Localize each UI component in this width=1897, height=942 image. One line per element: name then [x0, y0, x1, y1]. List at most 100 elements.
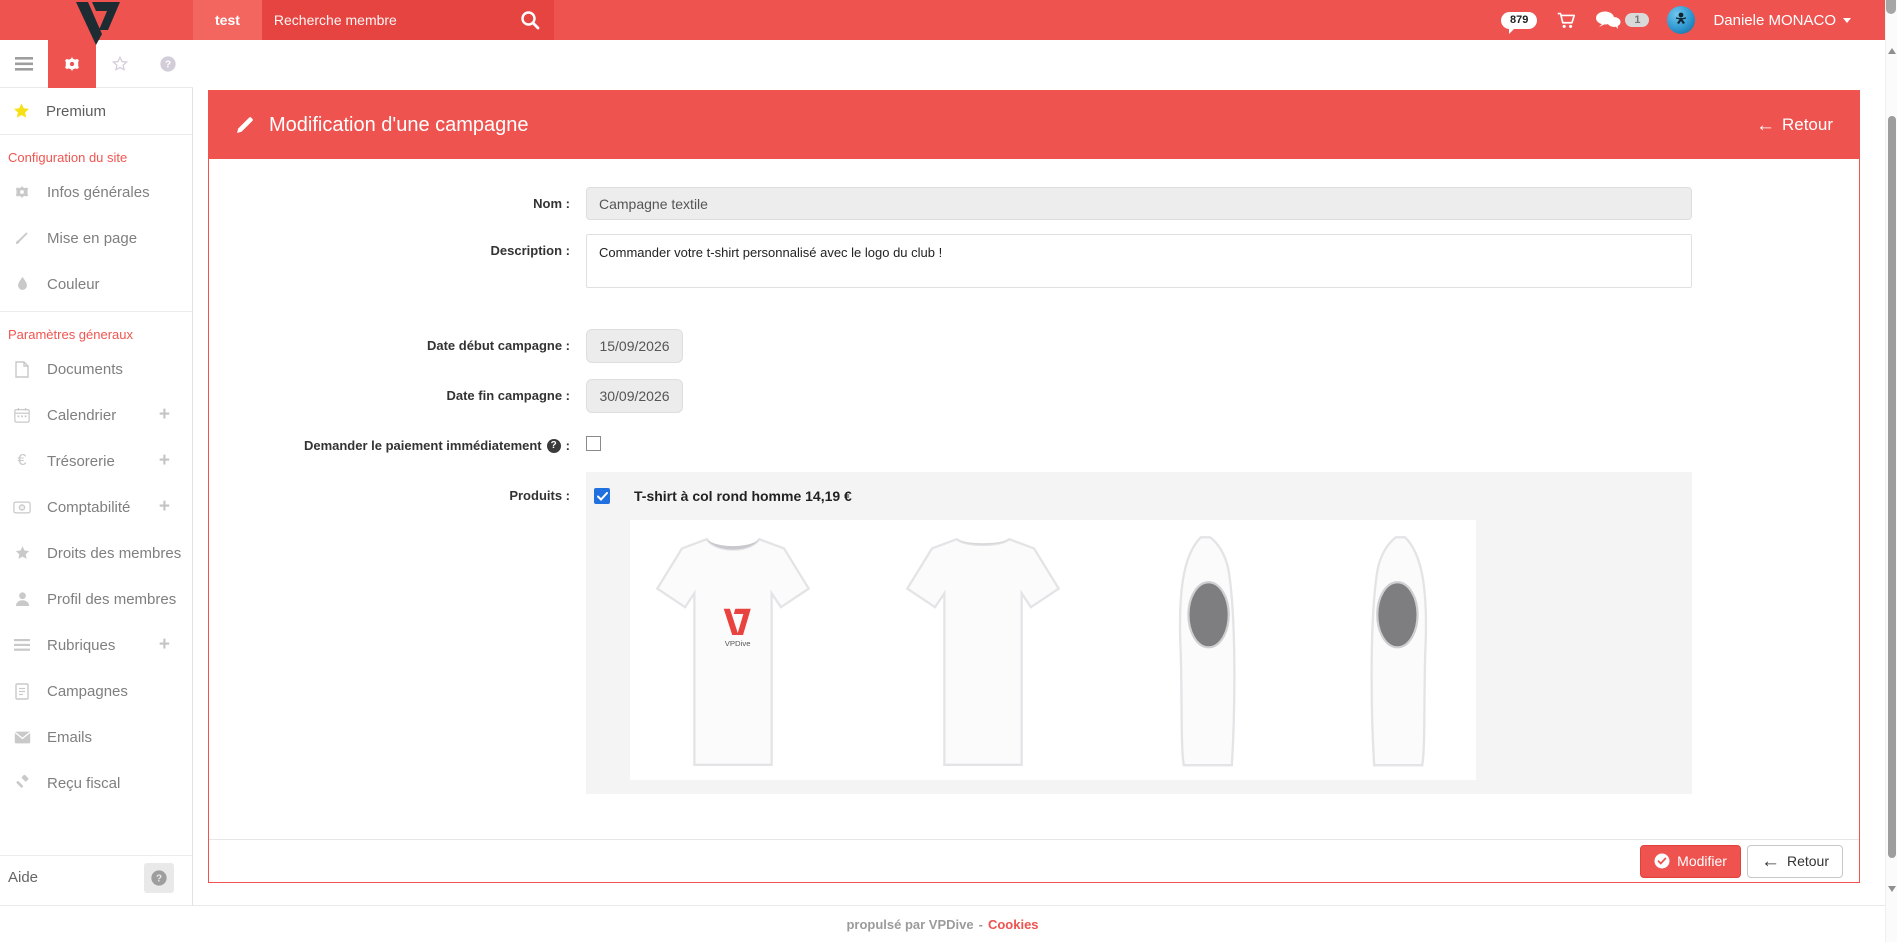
top-header: test 879 1 — [0, 0, 1885, 40]
section-title-parametres: Paramètres géneraux — [0, 312, 192, 346]
star-icon — [12, 545, 32, 561]
gavel-icon — [12, 775, 32, 791]
scrollbar-top-cap — [1886, 0, 1896, 14]
help-circle-icon: ? — [159, 55, 177, 73]
plus-icon[interactable]: + — [159, 404, 192, 426]
tab-favorites[interactable] — [96, 40, 144, 88]
sidebar-item-rubriques[interactable]: Rubriques + — [0, 622, 192, 668]
date-fin-input[interactable] — [586, 379, 683, 413]
notification-badge[interactable]: 879 — [1501, 12, 1537, 29]
premium-star-icon — [12, 102, 31, 120]
chevron-down-icon — [1843, 18, 1851, 23]
droplet-icon — [12, 276, 32, 292]
euro-icon: € — [12, 452, 32, 470]
item-label: Reçu fiscal — [47, 775, 192, 792]
svg-text:?: ? — [165, 60, 171, 71]
vpdive-logo-icon — [58, 0, 134, 47]
sidebar-item-mise-en-page[interactable]: Mise en page — [0, 215, 192, 261]
user-icon — [12, 591, 32, 607]
user-menu[interactable]: Daniele MONACO — [1713, 12, 1851, 29]
sidebar-item-recu-fiscal[interactable]: Reçu fiscal — [0, 760, 192, 806]
modifier-button[interactable]: Modifier — [1640, 845, 1741, 878]
nom-label: Nom : — [209, 187, 586, 211]
brush-icon — [12, 230, 32, 246]
check-circle-icon — [1654, 853, 1670, 869]
date-debut-label: Date début campagne : — [209, 329, 586, 353]
item-label: Couleur — [47, 276, 192, 293]
item-label: Campagnes — [47, 683, 192, 700]
item-label: Profil des membres — [47, 591, 192, 608]
products-box: T-shirt à col rond homme 14,19 € VPDive — [586, 472, 1692, 794]
banknote-icon: 0 — [12, 501, 32, 514]
user-name-label: Daniele MONACO — [1713, 12, 1836, 29]
paiement-label: Demander le paiement immédiatement ? : — [209, 438, 586, 453]
site-tab[interactable]: test — [193, 0, 262, 40]
svg-text:?: ? — [156, 873, 162, 884]
date-fin-label: Date fin campagne : — [209, 379, 586, 403]
star-outline-icon — [111, 55, 129, 73]
premium-label: Premium — [46, 103, 106, 120]
scrollbar-thumb[interactable] — [1888, 116, 1896, 858]
sidebar-item-campagnes[interactable]: Campagnes — [0, 668, 192, 714]
sidebar-item-profil-des-membres[interactable]: Profil des membres — [0, 576, 192, 622]
check-icon — [597, 492, 608, 501]
sidebar-tabs: ? — [0, 40, 193, 88]
item-label: Comptabilité — [47, 499, 159, 516]
sidebar-item-calendrier[interactable]: Calendrier + — [0, 392, 192, 438]
scroll-up-arrow-icon[interactable] — [1888, 48, 1896, 54]
vertical-scrollbar[interactable] — [1885, 0, 1897, 942]
plus-icon[interactable]: + — [159, 634, 192, 656]
nom-input[interactable] — [586, 187, 1692, 220]
arrow-left-icon: ← — [1761, 852, 1780, 871]
plus-icon[interactable]: + — [159, 450, 192, 472]
product-images[interactable]: VPDive — [630, 520, 1476, 780]
section-title-configuration: Configuration du site — [0, 135, 192, 169]
calendar-icon — [12, 407, 32, 423]
modifier-label: Modifier — [1677, 853, 1727, 869]
back-link-top[interactable]: ← Retour — [1756, 115, 1833, 135]
sidebar-item-comptabilite[interactable]: 0 Comptabilité + — [0, 484, 192, 530]
sidebar-item-emails[interactable]: Emails — [0, 714, 192, 760]
sidebar-item-couleur[interactable]: Couleur — [0, 261, 192, 307]
sidebar-help-row: Aide ? — [0, 855, 192, 899]
retour-button[interactable]: ← Retour — [1747, 845, 1843, 878]
messages-count-badge[interactable]: 1 — [1625, 13, 1649, 27]
tshirt-side-left-image — [1343, 528, 1458, 776]
svg-text:VPDive: VPDive — [725, 639, 751, 648]
search-icon[interactable] — [518, 8, 542, 32]
paiement-checkbox[interactable] — [586, 436, 601, 451]
list-icon — [12, 639, 32, 651]
item-label: Droits des membres — [47, 545, 192, 562]
item-label: Mise en page — [47, 230, 192, 247]
brand-logo[interactable] — [0, 0, 193, 40]
date-debut-input[interactable] — [586, 329, 683, 363]
product-checkbox[interactable] — [594, 488, 610, 504]
sidebar-item-droits-des-membres[interactable]: Droits des membres — [0, 530, 192, 576]
cart-icon[interactable] — [1555, 9, 1577, 31]
hamburger-icon — [15, 57, 33, 71]
cookies-link[interactable]: Cookies — [988, 917, 1039, 932]
sidebar-item-premium[interactable]: Premium — [0, 88, 192, 135]
question-circle-icon[interactable]: ? — [547, 439, 561, 453]
tab-help[interactable]: ? — [144, 40, 192, 88]
sidebar-item-tresorerie[interactable]: € Trésorerie + — [0, 438, 192, 484]
search-input[interactable] — [274, 12, 518, 28]
back-link-label: Retour — [1782, 115, 1833, 135]
retour-label: Retour — [1787, 853, 1829, 869]
item-label: Emails — [47, 729, 192, 746]
description-textarea[interactable]: Commander votre t-shirt personnalisé ave… — [586, 234, 1692, 288]
page-footer: propulsé par VPDive - Cookies — [0, 905, 1885, 942]
messages-icon[interactable] — [1595, 10, 1621, 30]
user-avatar[interactable] — [1667, 6, 1695, 34]
tab-menu[interactable] — [0, 40, 48, 88]
tab-settings[interactable] — [48, 40, 96, 88]
sidebar-item-infos-generales[interactable]: Infos générales — [0, 169, 192, 215]
sidebar-item-documents[interactable]: Documents — [0, 346, 192, 392]
scroll-down-arrow-icon[interactable] — [1888, 886, 1896, 892]
help-label: Aide — [8, 869, 38, 886]
help-button[interactable]: ? — [144, 863, 174, 893]
plus-icon[interactable]: + — [159, 496, 192, 518]
footer-separator: - — [979, 917, 983, 932]
member-search-box — [262, 0, 554, 40]
envelope-icon — [12, 731, 32, 744]
